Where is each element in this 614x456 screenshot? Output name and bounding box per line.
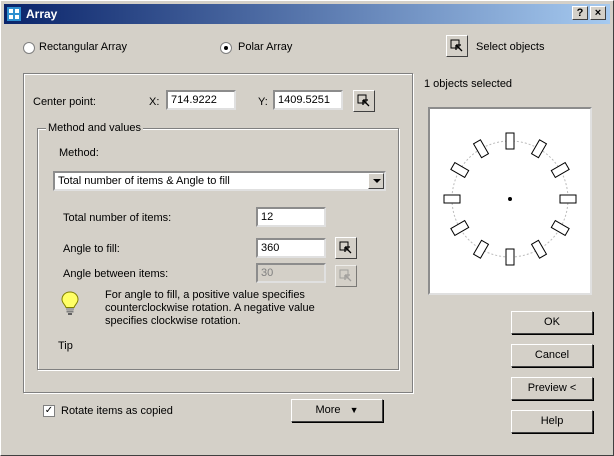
lightbulb-icon: [61, 291, 79, 315]
rectangular-array-label[interactable]: Rectangular Array: [39, 41, 127, 53]
preview-array-item: [530, 139, 548, 159]
pick-point-icon: [357, 94, 370, 107]
pick-angle-between-icon: [339, 269, 352, 282]
preview-array-item: [450, 219, 470, 237]
tip-text: For angle to fill, a positive value spec…: [105, 289, 315, 327]
preview-array-item: [472, 239, 490, 259]
rectangular-array-radio[interactable]: [23, 42, 35, 54]
polar-array-preview: [443, 132, 577, 266]
polar-array-radio[interactable]: [220, 42, 232, 54]
angle-to-fill-input[interactable]: 360: [256, 238, 326, 258]
select-objects-label[interactable]: Select objects: [476, 41, 544, 53]
preview-array-item: [450, 161, 470, 179]
method-values-legend: Method and values: [46, 122, 143, 134]
pick-angle-icon: [339, 241, 352, 254]
rotate-items-checkbox[interactable]: ✓: [43, 405, 55, 417]
center-x-label: X:: [149, 96, 160, 108]
angle-between-input: 30: [256, 263, 326, 283]
pick-angle-to-fill-button[interactable]: [335, 237, 357, 259]
help-button[interactable]: Help: [511, 410, 593, 433]
title-bar: Array ? ×: [4, 4, 610, 24]
center-x-input[interactable]: 714.9222: [166, 90, 236, 110]
ok-button[interactable]: OK: [511, 311, 593, 334]
more-button-label: More: [315, 404, 341, 416]
help-title-button[interactable]: ?: [572, 6, 588, 20]
more-arrow-icon: ▼: [349, 405, 359, 415]
method-dropdown-value: Total number of items & Angle to fill: [58, 175, 230, 187]
method-dropdown[interactable]: Total number of items & Angle to fill: [53, 171, 386, 191]
preview-array-item: [559, 194, 577, 204]
angle-to-fill-label: Angle to fill:: [63, 243, 120, 255]
preview-array-item: [443, 194, 461, 204]
preview-array-item: [550, 219, 570, 237]
center-point-label: Center point:: [33, 96, 96, 108]
app-icon: [7, 7, 21, 21]
window-title: Array: [26, 7, 58, 21]
method-label: Method:: [59, 147, 99, 159]
polar-array-label[interactable]: Polar Array: [238, 41, 292, 53]
preview-array-item: [505, 132, 515, 150]
total-items-label: Total number of items:: [63, 212, 172, 224]
preview-center-point: [508, 197, 512, 201]
select-objects-button[interactable]: [446, 35, 468, 57]
pick-angle-between-button: [335, 265, 357, 287]
preview-array-item: [505, 248, 515, 266]
preview-button[interactable]: Preview <: [511, 377, 593, 400]
rotate-items-label[interactable]: Rotate items as copied: [61, 405, 173, 417]
array-dialog: Array ? × Rectangular Array Polar Array …: [0, 0, 614, 456]
chevron-down-icon[interactable]: [368, 173, 384, 189]
tip-label: Tip: [58, 340, 73, 352]
pick-center-point-button[interactable]: [353, 90, 375, 112]
select-cursor-icon: [450, 39, 463, 52]
center-y-input[interactable]: 1409.5251: [273, 90, 343, 110]
cancel-button[interactable]: Cancel: [511, 344, 593, 367]
array-preview-pane: [428, 107, 592, 295]
preview-array-item: [472, 139, 490, 159]
angle-between-label: Angle between items:: [63, 268, 169, 280]
center-y-label: Y:: [258, 96, 268, 108]
selection-status: 1 objects selected: [424, 78, 513, 90]
close-title-button[interactable]: ×: [590, 6, 606, 20]
more-button[interactable]: More ▼: [291, 399, 383, 422]
total-items-input[interactable]: 12: [256, 207, 326, 227]
preview-array-item: [530, 239, 548, 259]
preview-array-item: [550, 161, 570, 179]
